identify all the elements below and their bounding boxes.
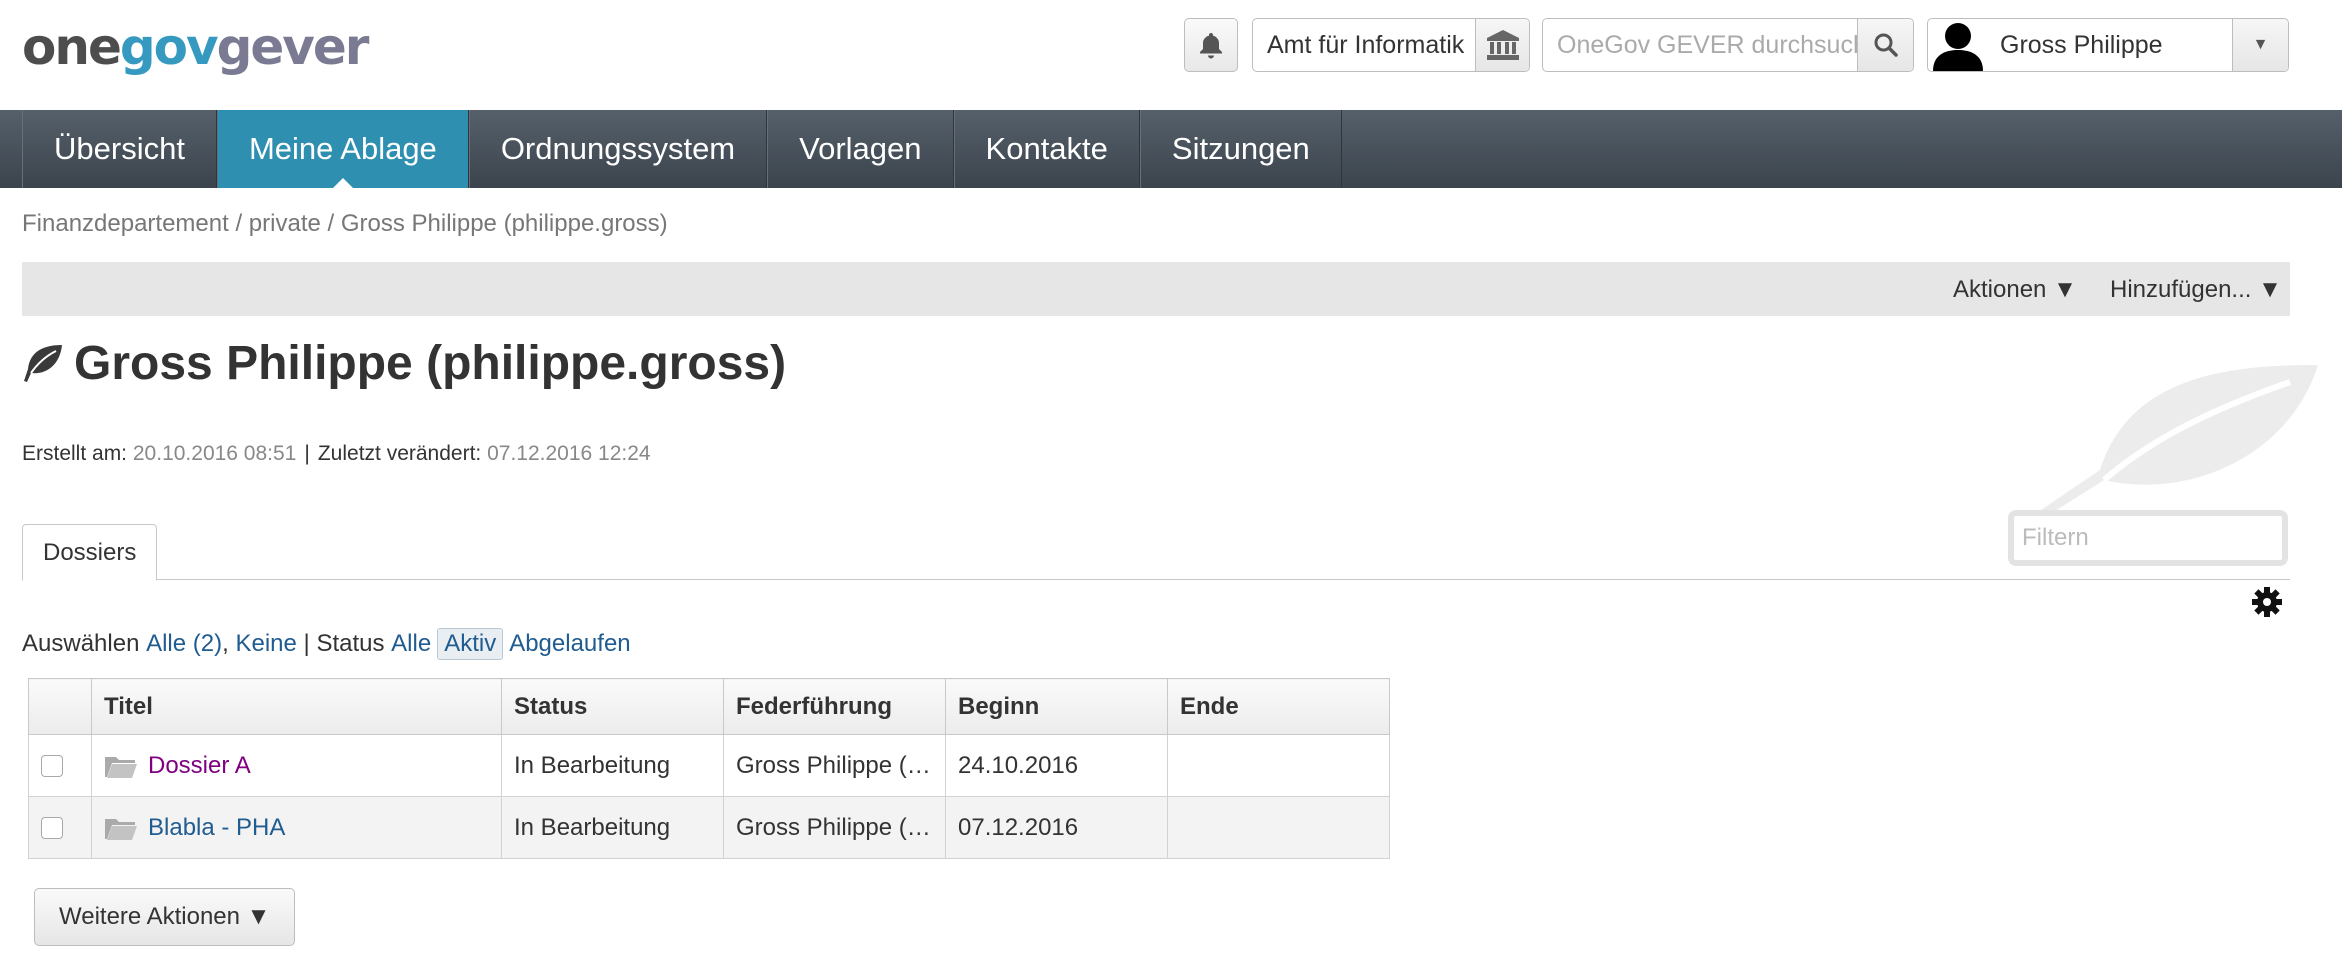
row-checkbox[interactable] — [41, 755, 63, 778]
row-checkbox[interactable] — [41, 817, 63, 840]
filter-input[interactable]: Filtern — [2008, 510, 2288, 566]
modified-label: Zuletzt verändert: — [317, 442, 482, 465]
avatar — [1928, 19, 1988, 71]
nav-item-meine-ablage[interactable]: Meine Ablage — [216, 110, 469, 189]
main-navigation: Übersicht Meine Ablage Ordnungssystem Vo… — [0, 110, 2342, 189]
nav-item-vorlagen[interactable]: Vorlagen — [767, 110, 954, 188]
watermark-leaf-icon — [2038, 365, 2318, 518]
end-cell — [1167, 734, 1390, 797]
status-expired-link[interactable]: Abgelaufen — [509, 630, 630, 658]
dossier-title-link[interactable]: Blabla - PHA — [148, 814, 285, 842]
column-header-ende[interactable]: Ende — [1167, 678, 1390, 735]
start-cell: 24.10.2016 — [945, 734, 1168, 797]
dossier-table: Titel Status Federführung Beginn Ende Do… — [28, 678, 1390, 859]
select-label: Auswählen — [22, 630, 140, 657]
nav-item-sitzungen[interactable]: Sitzungen — [1139, 110, 1342, 188]
logo-part-gever: gever — [216, 18, 370, 76]
page-title-row: Gross Philippe (philippe.gross) — [22, 336, 786, 391]
status-label: Status — [316, 630, 385, 657]
table-row[interactable]: Blabla - PHA In Bearbeitung Gross Philip… — [28, 796, 1390, 859]
breadcrumb[interactable]: Finanzdepartement / private / Gross Phil… — [22, 210, 668, 238]
table-header-row: Titel Status Federführung Beginn Ende — [28, 678, 1390, 735]
tab-dossiers[interactable]: Dossiers — [22, 524, 158, 581]
select-divider: | — [303, 630, 310, 657]
column-header-beginn[interactable]: Beginn — [945, 678, 1168, 735]
column-header-federfuehrung[interactable]: Federführung — [723, 678, 946, 735]
column-header-checkbox — [28, 678, 92, 735]
page-title: Gross Philippe (philippe.gross) — [74, 337, 787, 390]
metadata-line: Erstellt am: 20.10.2016 08:51 | Zuletzt ve… — [22, 442, 651, 465]
select-comma: , — [222, 630, 229, 657]
search-input[interactable]: OneGov GEVER durchsuchen — [1543, 31, 1857, 60]
lead-cell: Gross Philippe (… — [723, 796, 946, 859]
bank-icon — [1486, 30, 1519, 60]
modified-value: 07.12.2016 12:24 — [487, 442, 651, 465]
created-value: 20.10.2016 08:51 — [132, 442, 297, 465]
status-active-link[interactable]: Aktiv — [437, 628, 504, 660]
notifications-button[interactable] — [1184, 18, 1238, 72]
more-actions-button[interactable]: Weitere Aktionen ▼ — [34, 888, 296, 946]
nav-item-ordnungssystem[interactable]: Ordnungssystem — [468, 110, 768, 188]
gear-icon[interactable] — [2250, 585, 2284, 619]
table-row[interactable]: Dossier A In Bearbeitung Gross Philippe … — [28, 734, 1390, 797]
logo-part-gov: gov — [119, 18, 219, 76]
bell-icon — [1200, 33, 1222, 59]
bank-button[interactable] — [1475, 19, 1529, 71]
user-menu[interactable]: Gross Philippe ▼ — [1927, 18, 2289, 72]
lead-cell: Gross Philippe (… — [723, 734, 946, 797]
status-all-link[interactable]: Alle — [391, 630, 431, 658]
column-header-status[interactable]: Status — [501, 678, 724, 735]
onegovgever-logo[interactable]: onegovgever — [22, 18, 370, 76]
header: onegovgever Amt für Informatik OneGov GE… — [0, 0, 2342, 110]
column-header-titel[interactable]: Titel — [91, 678, 502, 735]
actions-menu[interactable]: Aktionen ▼ — [1953, 276, 2077, 304]
created-label: Erstellt am: — [22, 442, 128, 465]
search-icon — [1874, 33, 1898, 57]
leaf-icon — [24, 344, 62, 382]
org-unit-selector[interactable]: Amt für Informatik — [1252, 18, 1530, 72]
folder-icon — [105, 818, 137, 840]
user-name: Gross Philippe — [2000, 30, 2163, 59]
search-button[interactable] — [1857, 19, 1913, 71]
tab-bar: Dossiers — [22, 524, 2290, 581]
chevron-down-icon[interactable]: ▼ — [2232, 19, 2288, 71]
selection-filter-bar: Auswählen Alle (2), Keine | Status Alle A… — [22, 628, 631, 660]
status-cell: In Bearbeitung — [501, 796, 724, 859]
logo-part-one: one — [22, 18, 122, 76]
end-cell — [1167, 796, 1390, 859]
folder-icon — [105, 756, 137, 778]
select-none-link[interactable]: Keine — [235, 630, 296, 658]
nav-item-kontakte[interactable]: Kontakte — [953, 110, 1140, 188]
org-unit-label: Amt für Informatik — [1267, 30, 1465, 59]
action-bar: Aktionen ▼ Hinzufügen... ▼ — [22, 262, 2290, 316]
search-box[interactable]: OneGov GEVER durchsuchen — [1542, 18, 1914, 72]
dossier-title-link[interactable]: Dossier A — [148, 752, 251, 780]
status-cell: In Bearbeitung — [501, 734, 724, 797]
start-cell: 07.12.2016 — [945, 796, 1168, 859]
nav-item-uebersicht[interactable]: Übersicht — [22, 110, 217, 188]
user-silhouette-icon — [1933, 23, 1983, 71]
select-all-link[interactable]: Alle (2) — [146, 630, 222, 658]
add-menu[interactable]: Hinzufügen... ▼ — [2110, 276, 2282, 304]
